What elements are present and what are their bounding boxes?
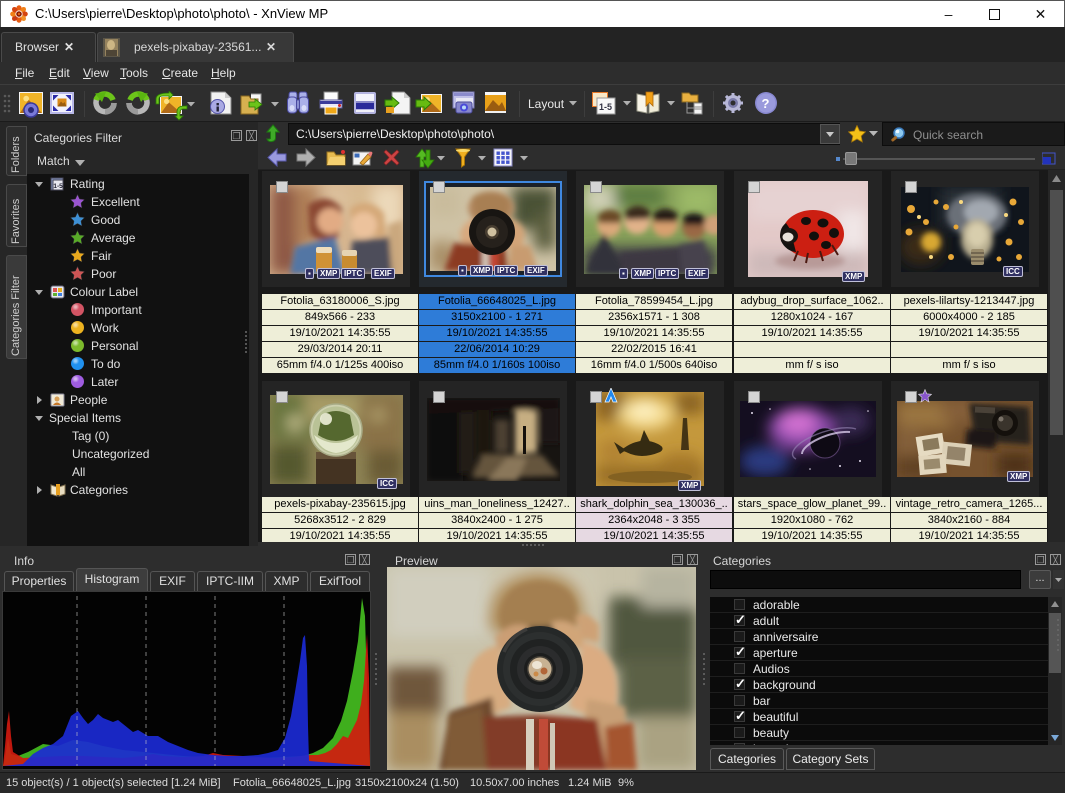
svg-text:1-5: 1-5 [599,102,612,112]
svg-text:?: ? [762,96,770,111]
svg-text:1-5: 1-5 [53,183,63,190]
